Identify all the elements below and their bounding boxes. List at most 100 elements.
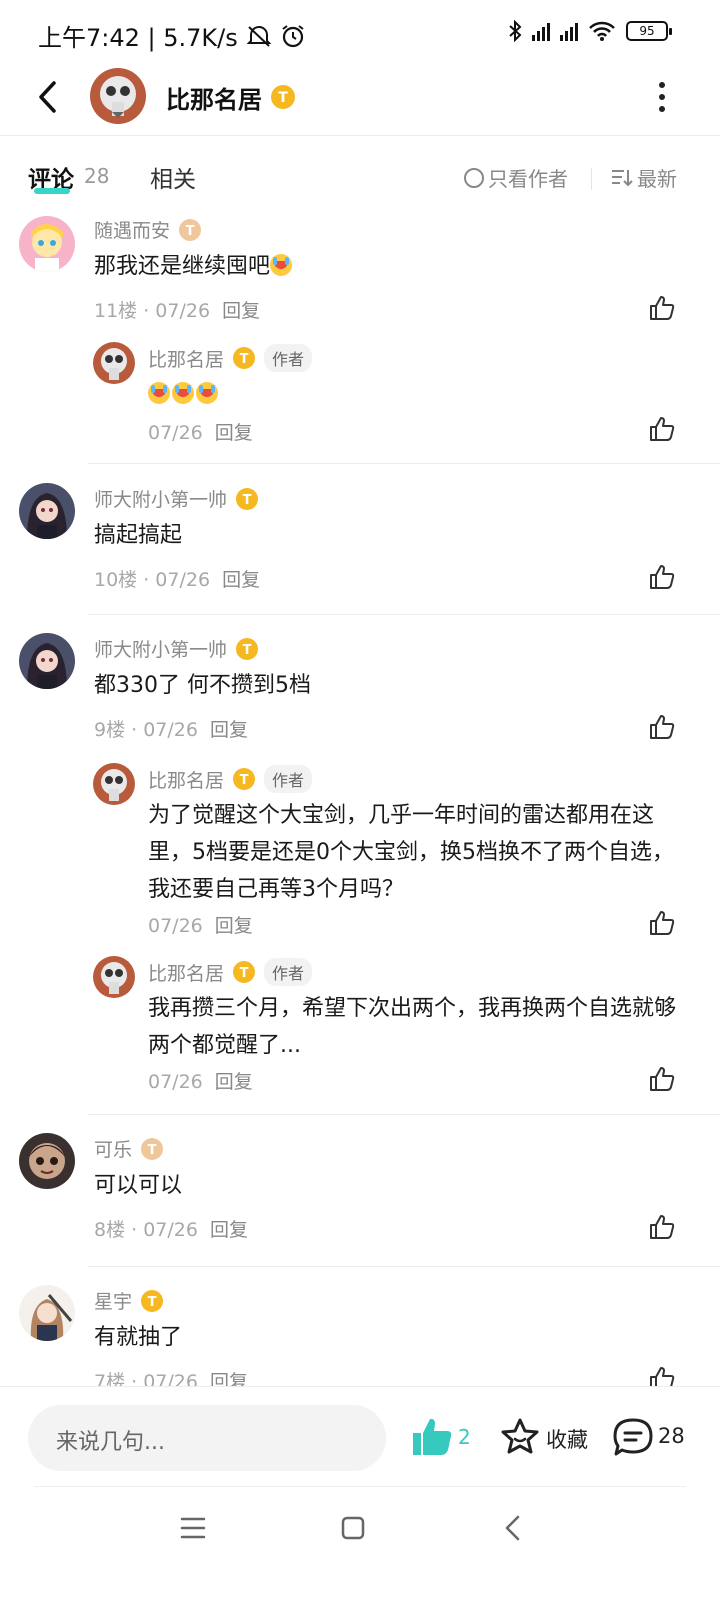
user-name[interactable]: 随遇而安 T [94,216,202,243]
reply-user-name-text: 比那名居 [148,962,225,985]
svg-text:T: T [186,224,195,239]
reply-button[interactable]: 回复 [215,915,253,937]
crying-emoji-icon [148,382,170,404]
reply-avatar[interactable] [93,763,135,805]
nav-divider [34,1486,686,1487]
comment-item: 师大附小第一帅 T 搞起搞起 10楼 · 07/26 回复 [0,465,720,615]
user-name-text: 师大附小第一帅 [94,489,228,511]
svg-text:T: T [148,1295,157,1310]
mute-icon [246,25,272,47]
signal-icon [532,21,550,41]
comment-text: 有就抽了 [94,1325,183,1350]
status-left: 上午7:42 | 5.7K/s [38,18,306,53]
reply-button[interactable]: 回复 [210,719,248,741]
svg-text:T: T [240,773,249,788]
comment-meta: 9楼 · 07/26 回复 [94,715,248,742]
comment-item: 星宇 T 有就抽了 7楼 · 07/26 回复 [0,1267,720,1386]
reply-avatar[interactable] [93,342,135,384]
user-avatar[interactable] [19,1285,75,1341]
level-badge-icon: T [236,637,259,660]
reply-avatar[interactable] [93,956,135,998]
reply-user-name[interactable]: 比那名居 T 作者 [148,344,313,372]
comment-list: 随遇而安 T 那我还是继续囤吧 11楼 · 07/26 回复 比那名居 T 作者 … [0,200,720,1386]
comment-input[interactable]: 来说几句... [28,1405,386,1471]
author-avatar[interactable] [90,68,146,124]
reply-button[interactable]: 回复 [210,1371,248,1386]
author-tag: 作者 [264,765,313,793]
menu-icon[interactable] [180,1516,206,1540]
like-count: 2 [458,1425,471,1449]
only-author-toggle[interactable]: 只看作者 [464,163,568,192]
reply-date: 07/26 [148,915,203,937]
reply-meta: 07/26 回复 [148,911,253,938]
reply-button[interactable]: 回复 [215,1071,253,1093]
reply-button[interactable]: 回复 [215,422,253,444]
reply-button[interactable]: 回复 [222,300,260,322]
comment-total-count: 28 [658,1424,685,1448]
header: 比那名居 T [0,64,720,136]
user-avatar[interactable] [19,216,75,272]
level-badge-icon: T [271,85,295,109]
like-icon[interactable] [648,713,676,741]
level-badge: T [270,84,296,114]
user-avatar[interactable] [19,633,75,689]
more-button[interactable] [652,82,672,112]
back-button[interactable] [30,76,64,118]
user-avatar[interactable] [19,483,75,539]
like-icon[interactable] [648,563,676,591]
comment-meta: 8楼 · 07/26 回复 [94,1215,248,1242]
level-badge-icon: T [141,1137,164,1160]
like-icon[interactable] [648,415,676,443]
comment-bubble-icon[interactable] [612,1417,654,1457]
comment-text: 都330了 何不攒到5档 [94,673,311,698]
like-filled-icon[interactable] [410,1415,454,1459]
user-name[interactable]: 星宇 T [94,1287,164,1314]
svg-text:T: T [240,352,249,367]
separator [88,463,720,464]
user-name[interactable]: 师大附小第一帅 T [94,635,259,662]
user-name[interactable]: 可乐 T [94,1135,164,1162]
crying-emoji-icon [270,254,293,276]
author-tag: 作者 [264,344,313,372]
star-icon[interactable] [500,1417,540,1457]
reply-user-name[interactable]: 比那名居 T 作者 [148,765,313,793]
alarm-icon [282,24,304,47]
status-bar: 上午7:42 | 5.7K/s 95 [0,0,720,64]
reply-button[interactable]: 回复 [222,569,260,591]
like-icon[interactable] [648,294,676,322]
reply-meta: 07/26 回复 [148,418,253,445]
comment-meta: 7楼 · 07/26 回复 [94,1367,248,1386]
comment-floor-date: 11楼 · 07/26 [94,300,211,322]
tab-related[interactable]: 相关 [150,160,196,194]
comment-floor-date: 10楼 · 07/26 [94,569,211,591]
sort-icon [612,169,633,186]
favorite-label[interactable]: 收藏 [546,1424,588,1454]
svg-text:T: T [243,493,252,508]
status-time: 上午7:42 | 5.7K/s [38,24,238,52]
level-badge-icon: T [233,347,256,369]
reply-user-name[interactable]: 比那名居 T 作者 [148,958,313,986]
like-icon[interactable] [648,1213,676,1241]
sort-button[interactable]: 最新 [611,163,677,192]
nav-back-icon[interactable] [502,1514,522,1542]
home-square-icon[interactable] [341,1516,365,1540]
comment-item: 师大附小第一帅 T 都330了 何不攒到5档 9楼 · 07/26 回复 比那名居… [0,615,720,1115]
bluetooth-icon [509,20,522,42]
crying-emoji-icon [172,382,194,404]
tab-indicator [34,188,70,194]
user-name[interactable]: 师大附小第一帅 T [94,485,259,512]
user-name-text: 星宇 [94,1291,133,1313]
sort-label: 最新 [637,167,677,191]
user-name-text: 师大附小第一帅 [94,639,228,661]
like-icon[interactable] [648,909,676,937]
reply-button[interactable]: 回复 [210,1219,248,1241]
user-avatar[interactable] [19,1133,75,1189]
like-icon[interactable] [648,1065,676,1093]
like-icon[interactable] [648,1365,676,1386]
wifi-icon [589,21,615,41]
reply-emoji-text [148,376,220,413]
author-name[interactable]: 比那名居 [166,80,262,115]
divider [591,168,592,190]
reply-text: 为了觉醒这个大宝剑，几乎一年时间的雷达都用在这里，5档要是还是0个大宝剑，换5档… [148,803,674,902]
signal-icon-2 [560,21,578,41]
